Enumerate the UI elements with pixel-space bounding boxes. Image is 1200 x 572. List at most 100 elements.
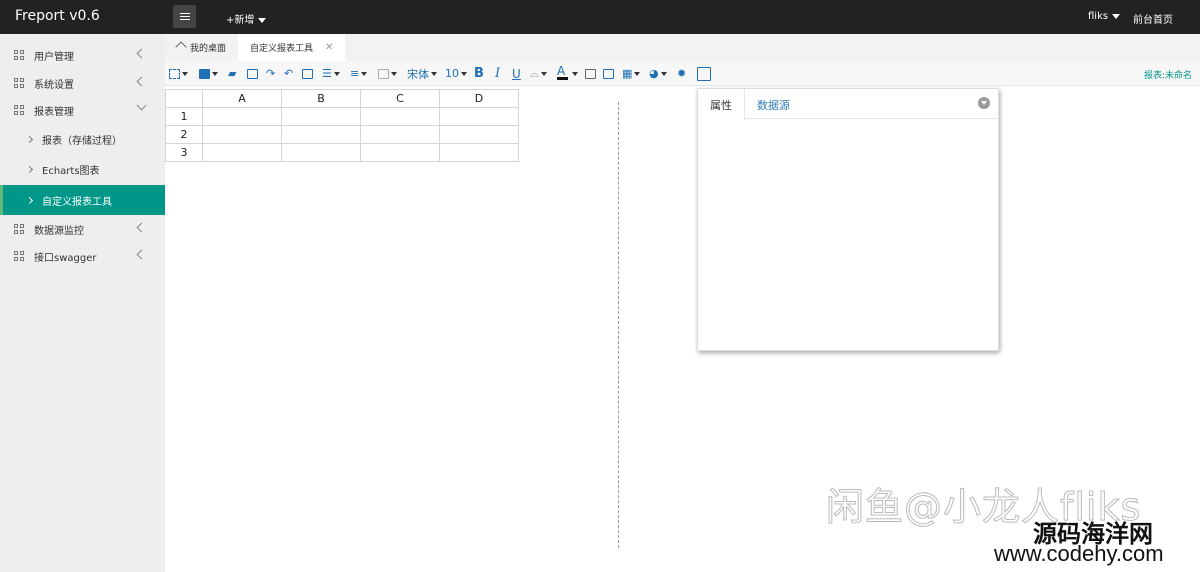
collapse-icon[interactable] bbox=[978, 97, 990, 109]
valign-button[interactable]: ≡ bbox=[350, 66, 368, 81]
font-color-icon: A bbox=[557, 64, 566, 78]
front-page-link[interactable]: 前台首页 bbox=[1133, 11, 1173, 26]
tab-my-desktop[interactable]: 我的桌面 bbox=[176, 34, 236, 61]
user-dropdown[interactable]: fliks bbox=[1088, 11, 1121, 22]
sheet-cell[interactable] bbox=[202, 125, 282, 144]
grid-icon bbox=[14, 78, 24, 88]
column-header[interactable]: C bbox=[360, 89, 440, 108]
save-button[interactable] bbox=[199, 66, 218, 81]
pie-chart-icon: ◕ bbox=[649, 67, 659, 80]
close-icon[interactable]: ✕ bbox=[325, 42, 333, 53]
sidebar-item-report-management[interactable]: 报表管理 bbox=[0, 96, 165, 124]
page-boundary-line bbox=[618, 102, 619, 548]
sheet-cell[interactable] bbox=[281, 107, 361, 126]
sidebar-item-system-settings[interactable]: 系统设置 bbox=[0, 69, 165, 97]
italic-button[interactable]: I bbox=[495, 66, 500, 81]
chevron-left-icon bbox=[136, 48, 147, 59]
chevron-left-icon bbox=[136, 249, 147, 260]
corner-cell[interactable] bbox=[165, 89, 203, 108]
new-report-button[interactable] bbox=[169, 66, 188, 81]
app-title: Freport v0.6 bbox=[15, 8, 100, 24]
border-icon bbox=[378, 68, 389, 79]
column-header[interactable]: B bbox=[281, 89, 361, 108]
clear-format-button[interactable] bbox=[585, 66, 596, 81]
chevron-left-icon bbox=[136, 76, 147, 87]
sidebar-subitem-echarts[interactable]: Echarts图表 bbox=[0, 154, 165, 184]
open-button[interactable]: ▰ bbox=[228, 66, 236, 81]
merge-cells-button[interactable] bbox=[302, 66, 313, 81]
undo-button[interactable]: ↶ bbox=[284, 66, 293, 81]
export-button[interactable] bbox=[247, 66, 258, 81]
align-button[interactable]: ☰ bbox=[322, 66, 340, 81]
sidebar-item-label: 系统设置 bbox=[34, 79, 74, 91]
sheet-cell[interactable] bbox=[439, 143, 519, 162]
undo-icon: ↶ bbox=[284, 67, 294, 80]
sheet-cell[interactable] bbox=[360, 125, 440, 144]
tab-custom-report-tool[interactable]: 自定义报表工具 ✕ bbox=[238, 34, 346, 61]
sheet-cell[interactable] bbox=[360, 107, 440, 126]
row-header[interactable]: 1 bbox=[165, 107, 203, 126]
preview-button[interactable] bbox=[697, 66, 711, 81]
sheet-cell[interactable] bbox=[439, 125, 519, 144]
bold-button[interactable]: B bbox=[474, 66, 484, 81]
add-new-label: +新增 bbox=[226, 15, 255, 26]
sidebar-subitem-label: Echarts图表 bbox=[42, 165, 100, 177]
document-icon bbox=[697, 66, 711, 81]
sidebar-item-label: 用户管理 bbox=[34, 51, 74, 63]
report-toolbar: ▰ ↷ ↶ ☰ ≡ 宋体 10 B I U ⌓ A ▦ ◕ ✹ 报表:未命名 bbox=[165, 61, 1200, 86]
redo-icon: ↷ bbox=[266, 67, 276, 80]
sheet-cell[interactable] bbox=[202, 143, 282, 162]
sheet-cell[interactable] bbox=[360, 143, 440, 162]
top-navbar: Freport v0.6 +新增 fliks 前台首页 bbox=[0, 0, 1200, 34]
add-new-dropdown[interactable]: +新增 bbox=[226, 11, 267, 26]
row-header[interactable]: 2 bbox=[165, 125, 203, 144]
clear-format-icon bbox=[585, 68, 596, 79]
sidebar-item-label: 数据源监控 bbox=[34, 225, 84, 237]
new-file-icon bbox=[169, 68, 180, 79]
sheet-cell[interactable] bbox=[202, 107, 282, 126]
align-middle-icon: ≡ bbox=[350, 67, 360, 80]
sheet-cell[interactable] bbox=[281, 143, 361, 162]
sheet-cell[interactable] bbox=[439, 107, 519, 126]
qrcode-button[interactable]: ▦ bbox=[622, 66, 641, 81]
sidebar-subitem-stored-procedure-report[interactable]: 报表（存储过程） bbox=[0, 124, 165, 154]
folder-icon: ▰ bbox=[228, 67, 237, 80]
chevron-right-icon bbox=[25, 196, 34, 204]
sidebar-subitem-label: 报表（存储过程） bbox=[42, 135, 122, 147]
fill-color-button[interactable]: ⌓ bbox=[530, 66, 547, 81]
column-header[interactable]: A bbox=[202, 89, 282, 108]
settings-button[interactable]: ✹ bbox=[677, 66, 686, 81]
column-header[interactable]: D bbox=[439, 89, 519, 108]
tab-properties[interactable]: 属性 bbox=[698, 89, 745, 120]
redo-button[interactable]: ↷ bbox=[266, 66, 275, 81]
gear-icon: ✹ bbox=[677, 67, 687, 80]
border-button[interactable] bbox=[378, 66, 397, 81]
tab-label: 自定义报表工具 bbox=[250, 44, 314, 54]
sidebar-item-label: 接口swagger bbox=[34, 252, 97, 264]
chevron-right-icon bbox=[25, 165, 34, 173]
chevron-down-icon bbox=[136, 100, 147, 111]
watermark-url: www.codehy.com bbox=[994, 541, 1164, 566]
row-header[interactable]: 3 bbox=[165, 143, 203, 162]
sidebar-subitem-custom-report-tool[interactable]: 自定义报表工具 bbox=[0, 185, 165, 215]
menu-toggle-button[interactable] bbox=[173, 5, 196, 28]
font-size-select[interactable]: 10 bbox=[445, 66, 467, 81]
font-family-select[interactable]: 宋体 bbox=[407, 66, 437, 81]
sidebar: 用户管理 系统设置 报表管理 报表（存储过程） Echarts图表 自定义报表工… bbox=[0, 34, 165, 572]
chart-button[interactable]: ◕ bbox=[649, 66, 667, 81]
insert-image-button[interactable] bbox=[603, 66, 614, 81]
save-icon bbox=[199, 68, 210, 79]
home-icon bbox=[176, 43, 186, 52]
sidebar-item-swagger[interactable]: 接口swagger bbox=[0, 242, 165, 270]
sidebar-item-datasource-monitor[interactable]: 数据源监控 bbox=[0, 215, 165, 243]
tab-label: 我的桌面 bbox=[190, 44, 227, 54]
underline-button[interactable]: U bbox=[512, 66, 521, 81]
font-color-button[interactable]: A bbox=[557, 64, 568, 81]
qrcode-icon: ▦ bbox=[622, 67, 633, 80]
grid-icon bbox=[14, 105, 24, 115]
sidebar-item-user-management[interactable]: 用户管理 bbox=[0, 41, 165, 69]
grid-icon bbox=[14, 50, 24, 60]
tab-datasource[interactable]: 数据源 bbox=[757, 89, 790, 120]
caret-down-icon bbox=[1112, 13, 1121, 19]
sheet-cell[interactable] bbox=[281, 125, 361, 144]
